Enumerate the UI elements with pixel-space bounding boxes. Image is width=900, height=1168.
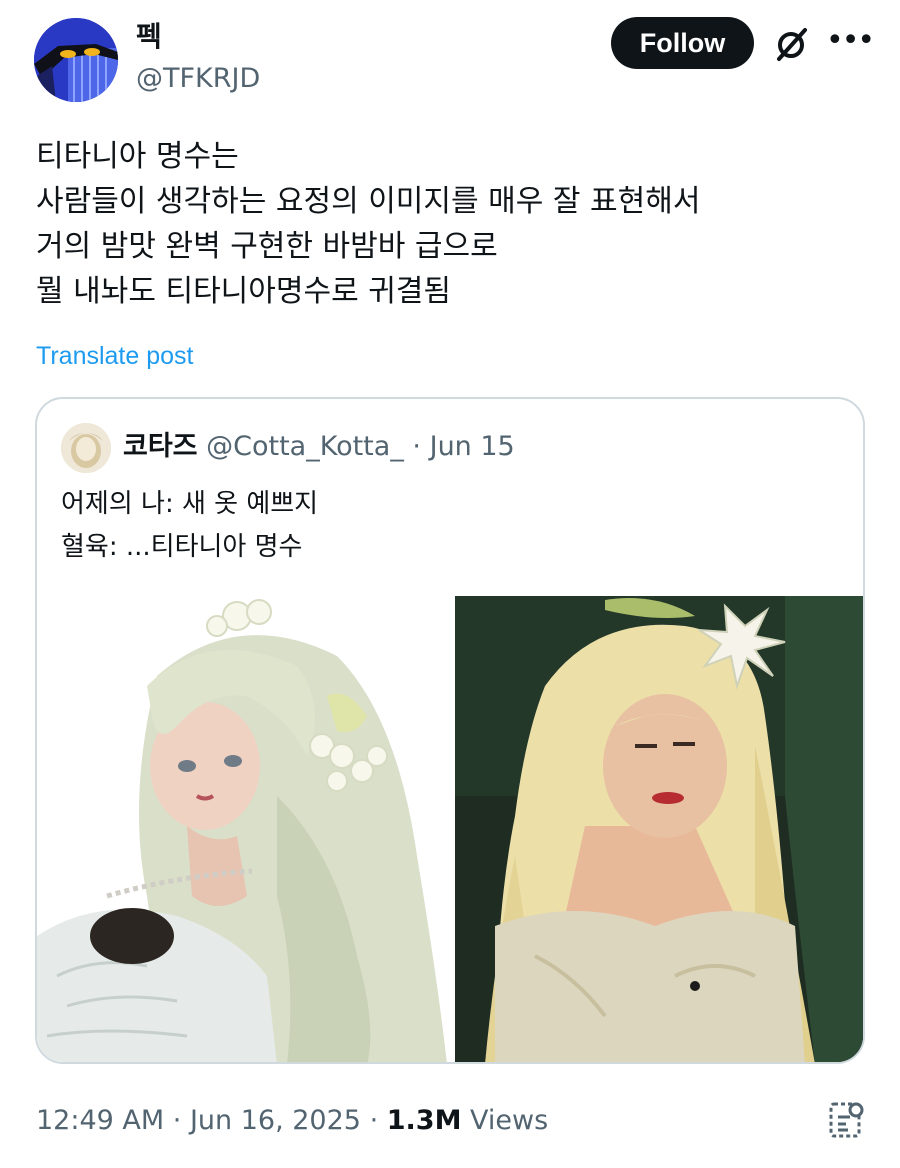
quote-header: 코타즈 @Cotta_Kotta_ · Jun 15 [123, 429, 515, 465]
post-time[interactable]: 12:49 AM [36, 1105, 164, 1136]
quote-text: 어제의 나: 새 옷 예쁘지 혈육: ...티타니아 명수 [61, 483, 318, 569]
quote-display-name[interactable]: 코타즈 [123, 431, 198, 462]
post-meta-footer: 12:49 AM · Jun 16, 2025 · 1.3M Views [36, 1102, 548, 1140]
doll-photo[interactable] [37, 596, 451, 1062]
grok-icon[interactable] [772, 24, 812, 64]
quote-avatar-image [61, 423, 111, 473]
footer-separator: · [172, 1105, 182, 1136]
translate-post-link[interactable]: Translate post [36, 340, 193, 372]
tweet-line: 거의 밤맛 완벽 구현한 바밤바 급으로 [36, 229, 498, 264]
quote-separator: · [412, 431, 422, 462]
quote-date[interactable]: Jun 15 [430, 431, 515, 462]
tweet-line: 사람들이 생각하는 요정의 이미지를 매우 잘 표현해서 [36, 184, 701, 219]
quote-line: 어제의 나: 새 옷 예쁘지 [61, 489, 319, 519]
quote-author-avatar[interactable] [61, 423, 111, 473]
author-display-name[interactable]: 펙 [136, 20, 162, 54]
quoted-post-card[interactable]: 코타즈 @Cotta_Kotta_ · Jun 15 어제의 나: 새 옷 예쁘… [35, 397, 865, 1064]
tweet-line: 티타니아 명수는 [36, 139, 239, 174]
analytics-icon-glyph [829, 1102, 864, 1138]
tweet-text: 티타니아 명수는 사람들이 생각하는 요정의 이미지를 매우 잘 표현해서 거의… [36, 134, 866, 314]
author-handle[interactable]: @TFKRJD [136, 62, 260, 96]
quote-line: 혈육: ...티타니아 명수 [61, 532, 303, 562]
views-label: Views [470, 1105, 549, 1136]
more-icon[interactable]: ••• [826, 26, 875, 60]
tweet-line: 뭘 내놔도 티타니아명수로 귀결됨 [36, 274, 452, 309]
titania-photo-art [455, 596, 863, 1062]
post-date[interactable]: Jun 16, 2025 [190, 1105, 361, 1136]
avatar-image [34, 18, 118, 102]
titania-photo[interactable] [455, 596, 863, 1062]
analytics-icon[interactable] [826, 1100, 866, 1140]
footer-separator: · [369, 1105, 379, 1136]
quote-handle[interactable]: @Cotta_Kotta_ [206, 431, 404, 462]
views-count: 1.3M [386, 1105, 462, 1136]
doll-photo-art [37, 596, 451, 1062]
follow-button[interactable]: Follow [611, 17, 754, 69]
author-avatar[interactable] [34, 18, 118, 102]
grok-icon-glyph [777, 28, 807, 61]
